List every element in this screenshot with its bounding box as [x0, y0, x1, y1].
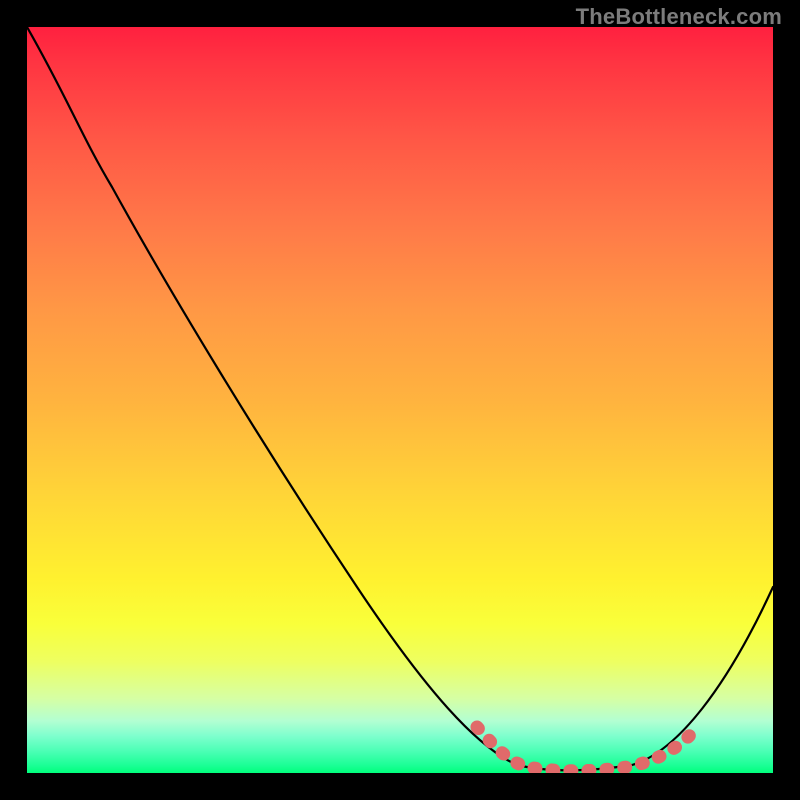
- plot-area: [27, 27, 773, 773]
- gradient-background: [27, 27, 773, 773]
- watermark-text: TheBottleneck.com: [576, 4, 782, 30]
- chart-container: TheBottleneck.com: [0, 0, 800, 800]
